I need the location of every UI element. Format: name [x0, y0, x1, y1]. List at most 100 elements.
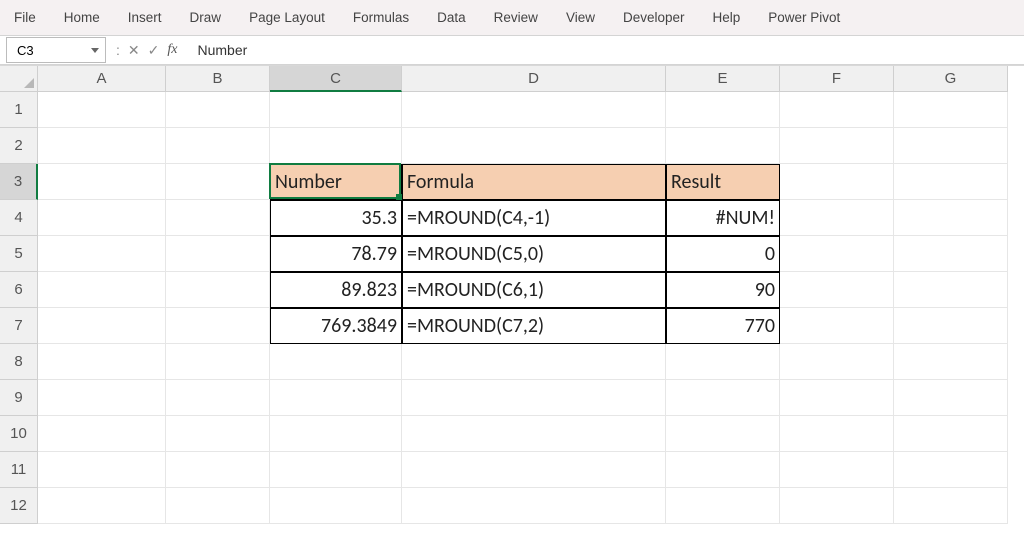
tab-formulas[interactable]: Formulas	[339, 6, 423, 29]
cell-D11[interactable]	[402, 452, 666, 488]
cell-A11[interactable]	[38, 452, 166, 488]
cell-G3[interactable]	[894, 164, 1008, 200]
cell-E6[interactable]: 90	[666, 272, 780, 308]
cell-B8[interactable]	[166, 344, 270, 380]
cell-F6[interactable]	[780, 272, 894, 308]
col-header-A[interactable]: A	[38, 66, 166, 92]
row-header-10[interactable]: 10	[0, 416, 38, 452]
cell-G6[interactable]	[894, 272, 1008, 308]
cell-D10[interactable]	[402, 416, 666, 452]
row-header-9[interactable]: 9	[0, 380, 38, 416]
cell-F1[interactable]	[780, 92, 894, 128]
cell-F8[interactable]	[780, 344, 894, 380]
cell-D4[interactable]: =MROUND(C4,-1)	[402, 200, 666, 236]
tab-review[interactable]: Review	[480, 6, 552, 29]
cell-G11[interactable]	[894, 452, 1008, 488]
cell-E9[interactable]	[666, 380, 780, 416]
cell-G2[interactable]	[894, 128, 1008, 164]
row-header-3[interactable]: 3	[0, 164, 38, 200]
cell-E7[interactable]: 770	[666, 308, 780, 344]
cell-G4[interactable]	[894, 200, 1008, 236]
col-header-E[interactable]: E	[666, 66, 780, 92]
cell-D9[interactable]	[402, 380, 666, 416]
cell-A3[interactable]	[38, 164, 166, 200]
row-header-2[interactable]: 2	[0, 128, 38, 164]
cell-G5[interactable]	[894, 236, 1008, 272]
cell-E11[interactable]	[666, 452, 780, 488]
cell-A1[interactable]	[38, 92, 166, 128]
cell-C6[interactable]: 89.823	[270, 272, 402, 308]
col-header-G[interactable]: G	[894, 66, 1008, 92]
tab-insert[interactable]: Insert	[114, 6, 176, 29]
cell-A4[interactable]	[38, 200, 166, 236]
cell-A8[interactable]	[38, 344, 166, 380]
cell-C1[interactable]	[270, 92, 402, 128]
row-header-1[interactable]: 1	[0, 92, 38, 128]
cell-G9[interactable]	[894, 380, 1008, 416]
cell-G10[interactable]	[894, 416, 1008, 452]
cell-C8[interactable]	[270, 344, 402, 380]
cell-A9[interactable]	[38, 380, 166, 416]
cell-E5[interactable]: 0	[666, 236, 780, 272]
cell-E4[interactable]: #NUM!	[666, 200, 780, 236]
cell-B6[interactable]	[166, 272, 270, 308]
cell-D7[interactable]: =MROUND(C7,2)	[402, 308, 666, 344]
cell-C4[interactable]: 35.3	[270, 200, 402, 236]
cell-B9[interactable]	[166, 380, 270, 416]
cell-D12[interactable]	[402, 488, 666, 524]
cell-C2[interactable]	[270, 128, 402, 164]
cell-D3[interactable]: Formula	[402, 164, 666, 200]
cell-B10[interactable]	[166, 416, 270, 452]
cell-B5[interactable]	[166, 236, 270, 272]
cell-E3[interactable]: Result	[666, 164, 780, 200]
cancel-icon[interactable]: ✕	[128, 42, 140, 59]
cell-E2[interactable]	[666, 128, 780, 164]
cell-F4[interactable]	[780, 200, 894, 236]
cell-G1[interactable]	[894, 92, 1008, 128]
cell-F7[interactable]	[780, 308, 894, 344]
tab-page-layout[interactable]: Page Layout	[235, 6, 339, 29]
cell-E8[interactable]	[666, 344, 780, 380]
cell-B7[interactable]	[166, 308, 270, 344]
tab-help[interactable]: Help	[699, 6, 755, 29]
cell-F11[interactable]	[780, 452, 894, 488]
cell-C11[interactable]	[270, 452, 402, 488]
row-header-11[interactable]: 11	[0, 452, 38, 488]
cell-F5[interactable]	[780, 236, 894, 272]
cell-B4[interactable]	[166, 200, 270, 236]
col-header-D[interactable]: D	[402, 66, 666, 92]
cell-A6[interactable]	[38, 272, 166, 308]
cell-D5[interactable]: =MROUND(C5,0)	[402, 236, 666, 272]
cell-A12[interactable]	[38, 488, 166, 524]
cell-C3[interactable]: Number	[270, 164, 402, 200]
row-header-7[interactable]: 7	[0, 308, 38, 344]
enter-icon[interactable]: ✓	[148, 42, 160, 59]
col-header-C[interactable]: C	[270, 66, 402, 92]
row-header-4[interactable]: 4	[0, 200, 38, 236]
row-header-5[interactable]: 5	[0, 236, 38, 272]
cell-E10[interactable]	[666, 416, 780, 452]
row-header-12[interactable]: 12	[0, 488, 38, 524]
row-header-8[interactable]: 8	[0, 344, 38, 380]
formula-input[interactable]: Number	[187, 42, 1024, 58]
cell-D8[interactable]	[402, 344, 666, 380]
fx-icon[interactable]: fx	[167, 42, 177, 58]
cell-F12[interactable]	[780, 488, 894, 524]
tab-home[interactable]: Home	[50, 6, 114, 29]
cell-E1[interactable]	[666, 92, 780, 128]
cell-D1[interactable]	[402, 92, 666, 128]
cell-B12[interactable]	[166, 488, 270, 524]
tab-file[interactable]: File	[0, 6, 50, 29]
tab-data[interactable]: Data	[423, 6, 480, 29]
cell-E12[interactable]	[666, 488, 780, 524]
cell-C7[interactable]: 769.3849	[270, 308, 402, 344]
tab-developer[interactable]: Developer	[609, 6, 699, 29]
cell-F3[interactable]	[780, 164, 894, 200]
cell-B3[interactable]	[166, 164, 270, 200]
cell-B2[interactable]	[166, 128, 270, 164]
cell-B1[interactable]	[166, 92, 270, 128]
col-header-B[interactable]: B	[166, 66, 270, 92]
cell-F9[interactable]	[780, 380, 894, 416]
name-box[interactable]: C3	[6, 37, 106, 63]
cell-G7[interactable]	[894, 308, 1008, 344]
